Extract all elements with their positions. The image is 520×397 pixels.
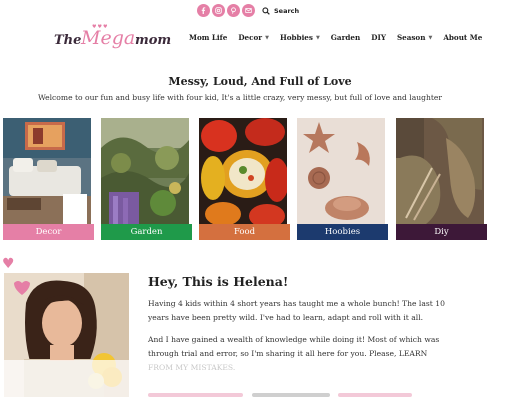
logo-text-mom: mom	[135, 33, 172, 48]
nav-item-decor[interactable]: Decor ▼	[238, 33, 269, 42]
logo-text-mega: Mega	[81, 27, 136, 49]
nav-label: Season	[396, 33, 426, 42]
site-logo[interactable]: ♥♥♥ The Mega mom	[54, 24, 171, 54]
heart-icon: ♥	[2, 256, 15, 272]
about-paragraph-1: Having 4 kids within 4 short years has t…	[148, 299, 445, 322]
category-card-decor[interactable]: Decor	[3, 118, 94, 240]
nav-label: Mom Life	[189, 33, 228, 42]
nav-item-hobbies[interactable]: Hobbies ▼	[280, 33, 320, 42]
category-card-garden[interactable]: Garden	[101, 118, 192, 240]
main-nav: Mom Life Decor ▼ Hobbies ▼ Garden DIY Seas…	[189, 33, 493, 42]
top-bar: Search	[0, 4, 520, 18]
email-icon[interactable]	[242, 4, 255, 17]
category-label: Hoobies	[297, 224, 388, 240]
category-card-hoobies[interactable]: Hoobies	[297, 118, 388, 240]
diy-image	[396, 118, 484, 224]
search-label: Search	[274, 6, 300, 15]
pinterest-icon[interactable]	[227, 4, 240, 17]
nav-label: DIY	[371, 33, 386, 42]
category-label: Diy	[396, 224, 487, 240]
intro-subtitle: Welcome to our fun and busy life with fo…	[37, 93, 443, 102]
nav-item-diy[interactable]: DIY	[371, 33, 386, 42]
nav-label: Garden	[330, 33, 361, 42]
garden-image	[101, 118, 189, 224]
scroll-fade-overlay	[0, 360, 520, 397]
instagram-icon[interactable]	[212, 4, 225, 17]
chevron-down-icon: ▼	[428, 34, 433, 41]
nav-item-about-me[interactable]: About Me	[443, 33, 482, 42]
nav-label: About Me	[443, 33, 483, 42]
about-button-1[interactable]	[148, 393, 243, 397]
nav-item-season[interactable]: Season ▼	[397, 33, 432, 42]
about-button-3[interactable]	[338, 393, 412, 397]
about-button-2[interactable]	[252, 393, 330, 397]
search-button[interactable]: Search	[262, 4, 299, 17]
category-label: Food	[199, 224, 290, 240]
category-label: Decor	[3, 224, 94, 240]
nav-item-garden[interactable]: Garden	[331, 33, 360, 42]
logo-text-the: The	[54, 33, 82, 48]
chevron-down-icon: ▼	[315, 34, 320, 41]
nav-label: Decor	[238, 33, 263, 42]
intro-title: Messy, Loud, And Full of Love	[168, 75, 352, 88]
category-card-food[interactable]: Food	[199, 118, 290, 240]
food-image	[199, 118, 287, 224]
category-label: Garden	[101, 224, 192, 240]
category-card-diy[interactable]: Diy	[396, 118, 487, 240]
decor-image	[3, 118, 91, 224]
facebook-icon[interactable]	[197, 4, 210, 17]
nav-label: Hobbies	[279, 33, 313, 42]
nav-item-mom-life[interactable]: Mom Life	[189, 33, 227, 42]
search-icon	[262, 6, 270, 15]
hobbies-image	[297, 118, 385, 224]
about-title: Hey, This is Helena!	[148, 274, 289, 289]
chevron-down-icon: ▼	[265, 34, 269, 41]
